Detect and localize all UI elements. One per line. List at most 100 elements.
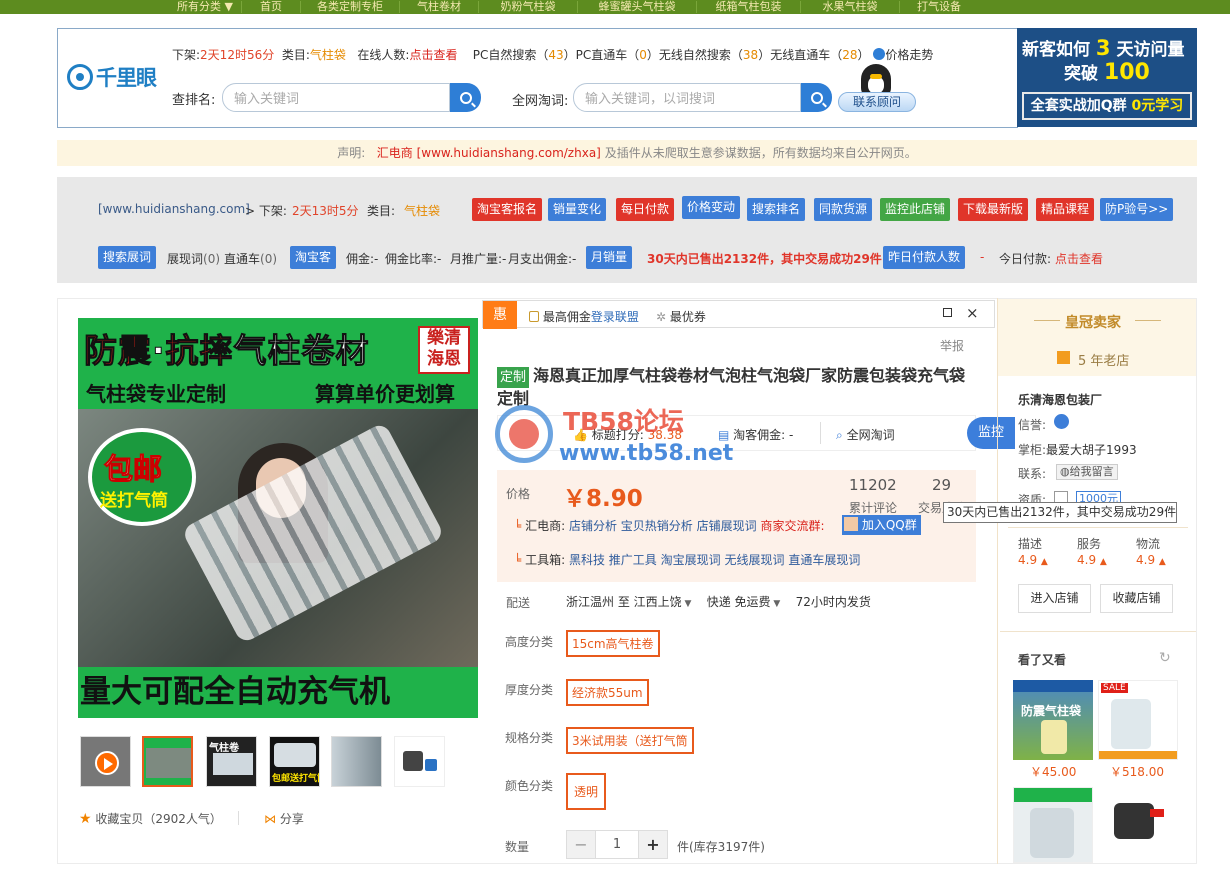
best-coupon[interactable]: ✲ 最优券 — [656, 308, 706, 325]
height-option[interactable]: 15cm高气柱卷 — [566, 630, 660, 657]
enter-shop-button[interactable]: 进入店铺 — [1018, 584, 1091, 613]
crown-divider-left — [1034, 320, 1060, 321]
nav-item-fruit[interactable]: 水果气柱袋 — [805, 0, 895, 14]
nav-item-honey[interactable]: 蜂蜜罐头气柱袋 — [582, 0, 692, 14]
taoke-tag[interactable]: 淘宝客 — [290, 246, 337, 269]
also-viewed-item-2[interactable]: SALE — [1098, 680, 1178, 760]
reviews-label[interactable]: 累计评论 — [849, 499, 897, 516]
also-viewed-item-3[interactable] — [1013, 787, 1093, 863]
seller-column — [997, 298, 1197, 864]
credit-icon[interactable] — [1054, 414, 1069, 429]
monthly-sales-tag[interactable]: 月销量 — [586, 246, 633, 269]
thumb-pump — [403, 751, 423, 771]
search-rank-button[interactable]: 搜索排名 — [747, 198, 806, 221]
thumbnail-3[interactable]: 包邮送打气筒 — [269, 736, 320, 787]
plus-button[interactable]: + — [638, 831, 667, 858]
search-words-tag[interactable]: 搜索展词 — [98, 246, 157, 269]
favorite-shop-button[interactable]: 收藏店铺 — [1100, 584, 1173, 613]
leave-message-button[interactable]: ◍给我留言 — [1056, 464, 1118, 480]
hui-badge: 惠 — [483, 301, 517, 329]
daily-payment-button[interactable]: 每日付款 — [616, 198, 675, 221]
contact-advisor[interactable]: 联系顾问 — [838, 64, 916, 112]
wireless-direct-label: ）无线直通车（ — [758, 48, 843, 62]
hot-item-analysis-link[interactable]: 宝贝热销分析 — [621, 519, 693, 533]
nav-item-rolls[interactable]: 气柱卷材 — [404, 0, 474, 14]
global-search-button[interactable] — [801, 83, 832, 112]
also-viewed-item-1[interactable]: 防震气柱袋 — [1013, 680, 1093, 760]
taoke-signup-button[interactable]: 淘宝客报名 — [472, 198, 543, 221]
share-icon: ⋈ — [264, 812, 276, 826]
thumbnail-4[interactable] — [331, 736, 382, 787]
shop-analysis-link[interactable]: 店铺分析 — [569, 519, 617, 533]
online-view-link[interactable]: 点击查看 — [409, 48, 457, 62]
favorite-item[interactable]: ★ 收藏宝贝（2902人气） — [79, 810, 222, 827]
monitor-shop-button[interactable]: 监控此店铺 — [880, 198, 951, 221]
thumb-photo — [146, 748, 191, 778]
refresh-icon[interactable]: ↻ — [1159, 650, 1171, 666]
join-qq-group-button[interactable]: 加入QQ群 — [842, 515, 921, 535]
rank-search-button[interactable] — [450, 83, 481, 112]
panel-shelf-label: > 下架: — [245, 204, 287, 218]
black-tech-link[interactable]: 黑科技 — [569, 553, 605, 567]
price-trend-link[interactable]: 价格走势 — [885, 48, 933, 62]
promo-ad-banner[interactable]: 新客如何 3 天访问量 突破 100 全套实战加Q群 0元学习 — [1017, 28, 1197, 127]
color-option[interactable]: 透明 — [566, 773, 607, 810]
report-link[interactable]: 举报 — [940, 337, 964, 354]
anti-p-check-button[interactable]: 防P验号>> — [1100, 198, 1174, 221]
nav-item-milk[interactable]: 奶粉气柱袋 — [483, 0, 573, 14]
global-word-link[interactable]: ⌕ 全网淘词 — [836, 426, 895, 443]
promo-tools-link[interactable]: 推广工具 — [609, 553, 657, 567]
download-latest-button[interactable]: 下载最新版 — [958, 198, 1029, 221]
coupon-icon: ✲ — [656, 310, 667, 324]
close-icon[interactable]: × — [966, 304, 979, 322]
stock-info: 件(库存3197件) — [677, 840, 765, 854]
panel-site[interactable]: [www.huidianshang.com] — [98, 202, 250, 216]
max-commission[interactable]: 最高佣金登录联盟 — [529, 308, 639, 325]
contact-advisor-button[interactable]: 联系顾问 — [838, 92, 916, 112]
ship-method-select[interactable]: 快递 免运费 — [707, 595, 771, 609]
minus-button[interactable]: − — [567, 831, 596, 858]
commission-rate: 佣金比率:- — [385, 252, 442, 266]
direct-words-link[interactable]: 直通车展现词 — [788, 553, 860, 567]
wireless-natural-value: 38 — [742, 48, 759, 62]
nav-item-custom[interactable]: 各类定制专柜 — [305, 0, 395, 14]
product-main-image[interactable]: 防震·抗摔气柱卷材 樂清海恩 气柱袋专业定制 算算单价更划算 包邮 送打气筒 量… — [78, 318, 478, 718]
monthly-sales-text: 30天内已售出2132件，其中交易成功29件 — [647, 252, 882, 266]
search-icon — [459, 91, 472, 104]
nav-item-pump[interactable]: 打气设备 — [904, 0, 974, 14]
price-change-button[interactable]: 价格变动 — [682, 196, 741, 219]
search-icon: ⌕ — [836, 428, 843, 442]
nav-item-home[interactable]: 首页 — [246, 0, 296, 14]
item-roll — [1030, 808, 1074, 858]
taobao-words-link[interactable]: 淘宝展现词 — [661, 553, 721, 567]
also-viewed-item-4[interactable] — [1098, 787, 1178, 863]
item-banner — [1014, 788, 1092, 802]
nav-item-all[interactable]: 所有分类 ▼ — [173, 0, 237, 14]
today-payment-link[interactable]: 点击查看 — [1055, 250, 1103, 267]
login-alliance-link[interactable]: 登录联盟 — [591, 310, 639, 324]
courses-button[interactable]: 精品课程 — [1036, 198, 1095, 221]
sales-change-button[interactable]: 销量变化 — [548, 198, 607, 221]
ship-to-select[interactable]: 江西上饶 — [634, 595, 682, 609]
quantity-input[interactable]: 1 — [596, 831, 638, 858]
global-search-input[interactable]: 输入关键词，以词搜词 — [573, 83, 801, 112]
global-search: 输入关键词，以词搜词 — [573, 83, 832, 112]
maximize-icon[interactable] — [943, 308, 952, 317]
nav-item-carton[interactable]: 纸箱气柱包装 — [701, 0, 796, 14]
notice-site-link[interactable]: 汇电商 [www.huidianshang.com/zhxa] — [377, 146, 601, 160]
keeper-name[interactable]: 最爱大胡子1993 — [1046, 443, 1137, 457]
thumbnail-2[interactable]: 气柱卷 — [206, 736, 257, 787]
thumbnail-5[interactable] — [394, 736, 445, 787]
shop-name[interactable]: 乐清海恩包装厂 — [1018, 391, 1102, 408]
wireless-words-link[interactable]: 无线展现词 — [724, 553, 784, 567]
yesterday-payers-tag[interactable]: 昨日付款人数 — [883, 246, 966, 269]
share-item[interactable]: ⋈ 分享 — [264, 810, 304, 827]
thickness-option[interactable]: 经济款55um — [566, 679, 649, 706]
same-source-button[interactable]: 同款货源 — [814, 198, 873, 221]
rank-search-input[interactable]: 输入关键词 — [222, 83, 450, 112]
video-thumbnail[interactable] — [80, 736, 131, 787]
chart-icon: ╘ — [514, 519, 522, 533]
spec-option[interactable]: 3米试用装（送打气筒 — [566, 727, 694, 754]
thumbnail-1[interactable] — [142, 736, 193, 787]
shop-words-link[interactable]: 店铺展现词 — [697, 519, 757, 533]
